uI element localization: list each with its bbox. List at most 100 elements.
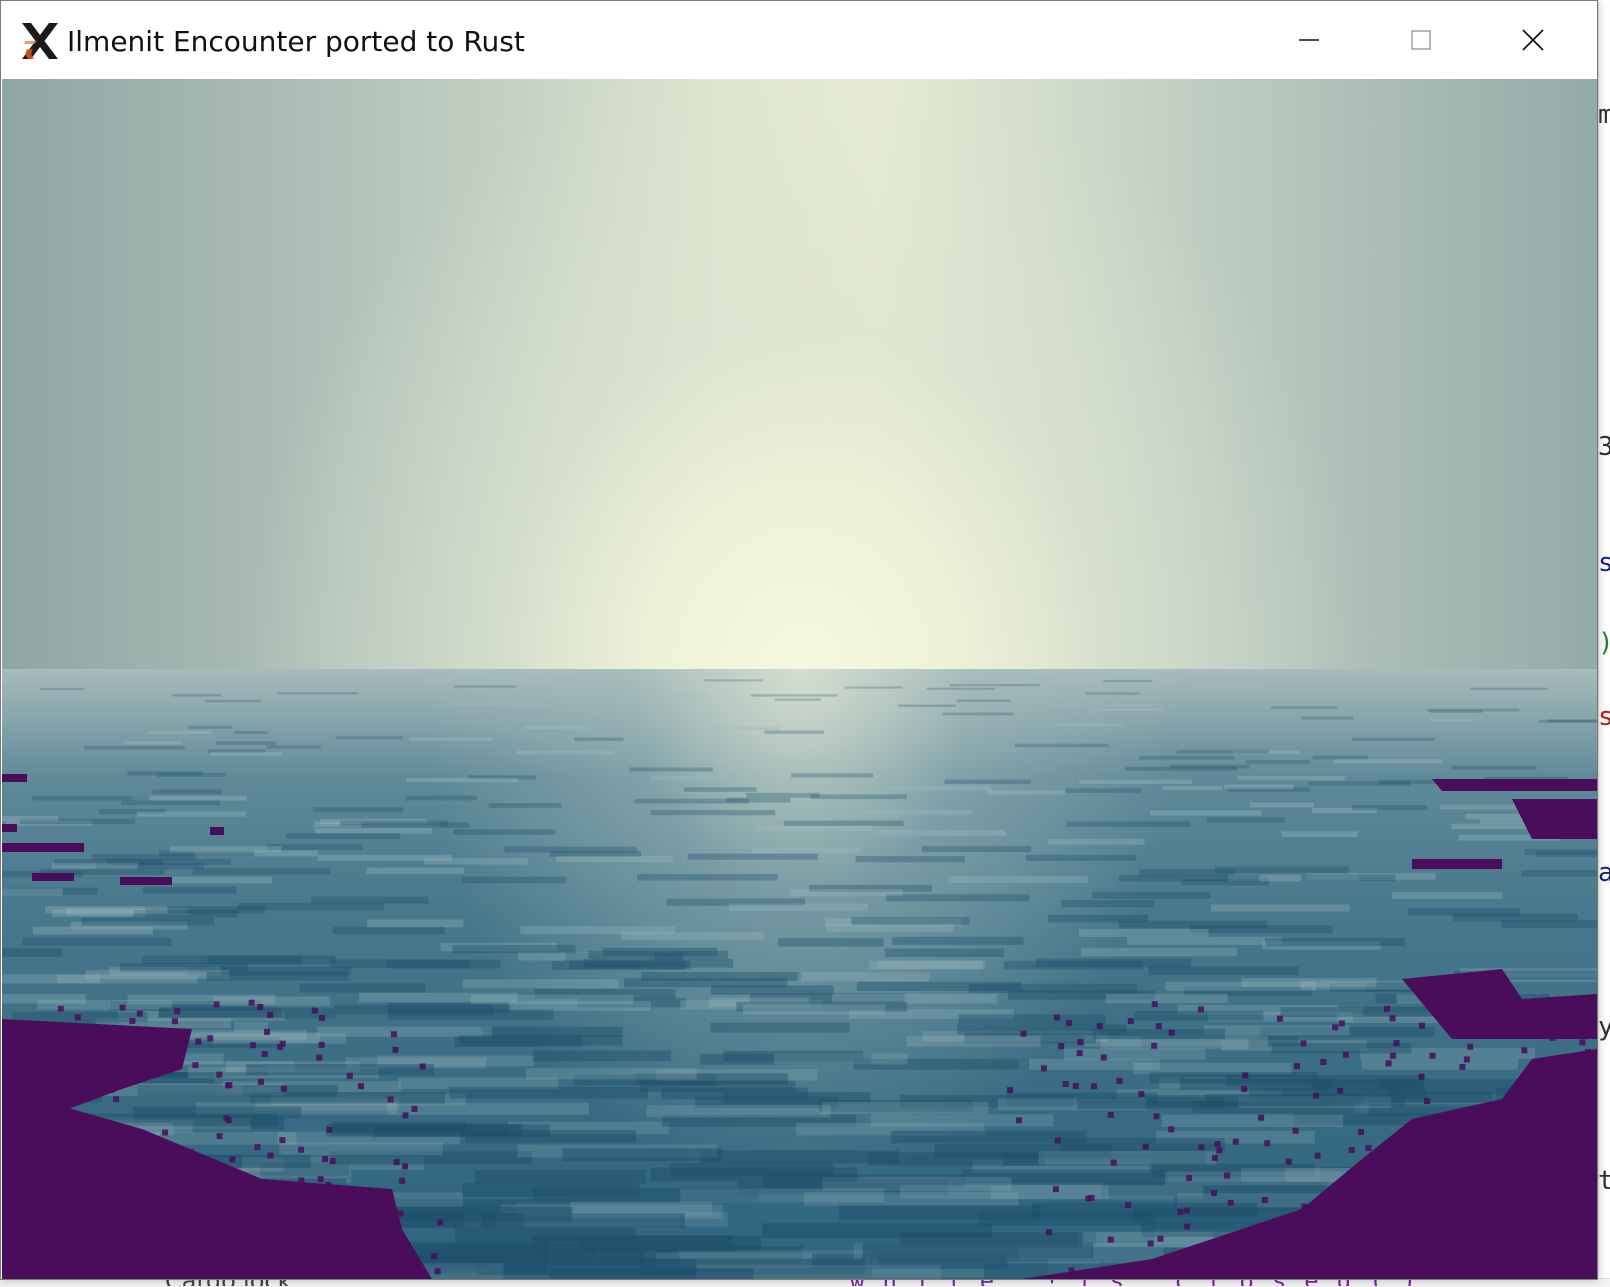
- render-artifact-speck: [1358, 1129, 1364, 1135]
- render-artifact-speck: [1214, 1141, 1221, 1147]
- render-artifact-speck: [1348, 1147, 1355, 1153]
- render-artifact-speck: [273, 1235, 280, 1242]
- render-artifact-patch: [32, 873, 74, 881]
- render-artifact-speck: [1258, 1114, 1265, 1121]
- render-artifact-speck: [1445, 1195, 1452, 1202]
- maximize-button[interactable]: [1365, 1, 1477, 79]
- render-artifact-speck: [216, 1071, 223, 1078]
- render-artifact-patch: [2, 1089, 432, 1279]
- render-artifact-speck: [1177, 1208, 1184, 1215]
- render-artifact-speck: [257, 1004, 264, 1010]
- render-artifact-speck: [1324, 1241, 1330, 1248]
- render-artifact-speck: [1480, 1118, 1487, 1125]
- render-artifact-speck: [1110, 1159, 1117, 1166]
- render-artifact-speck: [1510, 1238, 1517, 1245]
- render-artifact-speck: [1277, 1217, 1284, 1224]
- render-artifact-speck: [171, 1018, 178, 1025]
- render-artifact-speck: [63, 1253, 70, 1260]
- window-title: Ilmenit Encounter ported to Rust: [67, 25, 525, 58]
- render-artifact-speck: [277, 1044, 284, 1050]
- render-artifact-speck: [46, 1085, 52, 1092]
- render-artifact-speck: [192, 1062, 199, 1069]
- background-glyph: s: [1598, 702, 1610, 732]
- render-artifact-speck: [417, 1269, 424, 1275]
- render-artifact-speck: [1389, 1015, 1396, 1022]
- render-artifact-speck: [195, 1038, 202, 1045]
- render-artifact-speck: [1501, 1226, 1508, 1233]
- render-artifact-speck: [1465, 1129, 1472, 1136]
- render-artifact-speck: [74, 1014, 81, 1021]
- render-artifact-speck: [110, 1145, 117, 1152]
- render-artifact-speck: [1090, 1083, 1097, 1090]
- render-artifact-speck: [1007, 1087, 1014, 1094]
- render-artifact-speck: [153, 1143, 160, 1150]
- render-artifact-speck: [419, 1063, 426, 1070]
- render-artifact-speck: [430, 1253, 437, 1260]
- minimize-button[interactable]: [1253, 1, 1365, 79]
- render-artifact-speck: [1325, 1228, 1331, 1235]
- title-bar[interactable]: Ilmenit Encounter ported to Rust: [1, 1, 1597, 79]
- render-artifact-speck: [57, 1005, 64, 1012]
- close-button[interactable]: [1477, 1, 1589, 79]
- render-artifact-speck: [1421, 1270, 1428, 1277]
- render-artifacts: [2, 774, 1597, 1279]
- render-artifact-speck: [318, 1041, 325, 1048]
- render-artifact-speck: [1076, 1050, 1083, 1056]
- render-artifact-speck: [1429, 1052, 1436, 1059]
- render-artifact-speck: [17, 1150, 24, 1157]
- render-artifact-speck: [1054, 1137, 1061, 1144]
- render-artifact-speck: [187, 1149, 194, 1156]
- render-artifact-speck: [1053, 1014, 1060, 1021]
- render-artifact-speck: [346, 1233, 353, 1240]
- render-artifact-speck: [1138, 1091, 1145, 1097]
- render-artifact-speck: [298, 1177, 305, 1184]
- render-artifact-speck: [409, 1271, 416, 1278]
- render-artifact-speck: [267, 1011, 274, 1018]
- render-artifact-speck: [1198, 1144, 1205, 1151]
- render-artifact-speck: [402, 1112, 409, 1119]
- render-artifact-patch: [2, 824, 17, 832]
- background-glyph: a: [1598, 858, 1610, 888]
- render-artifact-speck: [1258, 1227, 1265, 1234]
- background-glyph: t: [1598, 1166, 1610, 1196]
- render-artifact-patch: [1432, 779, 1597, 791]
- render-artifact-speck: [108, 1086, 115, 1093]
- render-artifact-speck: [402, 1163, 409, 1170]
- render-artifact-speck: [1242, 1072, 1249, 1079]
- maximize-icon: [1411, 30, 1431, 50]
- render-artifact-patch: [1412, 859, 1502, 869]
- render-artifact-speck: [207, 1035, 214, 1042]
- render-artifact-speck: [7, 1121, 14, 1128]
- render-artifact-speck: [1313, 1092, 1320, 1099]
- render-artifact-speck: [317, 1176, 324, 1183]
- render-artifact-speck: [155, 1062, 162, 1069]
- render-artifact-speck: [1321, 1271, 1328, 1278]
- render-artifact-speck: [280, 1085, 287, 1092]
- render-artifact-speck: [180, 1160, 187, 1167]
- render-artifact-speck: [1227, 1199, 1234, 1206]
- render-artifact-speck: [1186, 1175, 1193, 1181]
- render-artifact-speck: [1116, 1078, 1123, 1084]
- render-artifact-speck: [1585, 1049, 1591, 1055]
- render-artifact-speck: [267, 1152, 274, 1159]
- render-artifact-speck: [32, 1107, 38, 1114]
- render-artifact-speck: [1197, 1006, 1204, 1013]
- game-render-canvas[interactable]: [2, 79, 1597, 1279]
- render-artifact-speck: [1463, 1056, 1470, 1063]
- render-artifact-speck: [1314, 1204, 1321, 1211]
- render-artifact-speck: [248, 999, 255, 1006]
- render-artifact-speck: [1583, 1174, 1590, 1180]
- render-artifact-speck: [1585, 1189, 1592, 1196]
- render-artifact-speck: [1062, 1081, 1069, 1087]
- render-artifact-speck: [1393, 1040, 1400, 1047]
- render-artifact-speck: [1385, 1060, 1392, 1067]
- render-artifact-speck: [136, 1010, 143, 1017]
- render-artifact-speck: [1285, 1158, 1292, 1165]
- render-artifact-speck: [302, 1193, 309, 1200]
- render-artifact-speck: [1058, 1043, 1065, 1050]
- render-artifact-speck: [1151, 1001, 1158, 1008]
- render-artifact-speck: [5, 1218, 12, 1225]
- render-artifact-speck: [1431, 1132, 1438, 1139]
- render-artifact-speck: [326, 1126, 333, 1133]
- render-artifact-speck: [1578, 1146, 1585, 1153]
